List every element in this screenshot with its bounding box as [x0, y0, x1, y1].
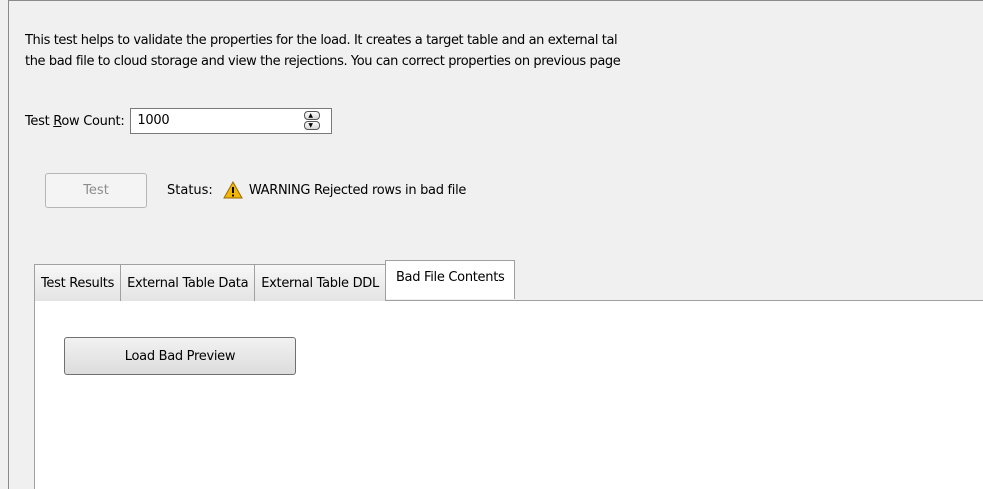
test-row-count-input[interactable]: 1000	[137, 113, 169, 128]
warning-triangle-icon	[222, 181, 243, 199]
test-row-count-group: Test Row Count: 1000 ▲ ▼	[25, 108, 333, 134]
test-row-count-label: Test Row Count:	[25, 113, 125, 129]
tab-external-table-ddl[interactable]: External Table DDL	[254, 264, 386, 301]
test-button[interactable]: Test	[45, 172, 147, 208]
test-status-row: Test Status: WARNING Rejected rows in ba…	[25, 172, 466, 208]
tab-test-results[interactable]: Test Results	[34, 264, 122, 301]
tab-panel-bad-file-contents	[34, 300, 983, 489]
test-row-count-spinner[interactable]: 1000 ▲ ▼	[130, 108, 333, 134]
spinner-buttons: ▲ ▼	[304, 111, 322, 131]
test-description: This test helps to validate the properti…	[25, 30, 983, 72]
load-bad-preview-button[interactable]: Load Bad Preview	[64, 337, 296, 375]
spinner-up-button[interactable]: ▲	[304, 111, 321, 120]
status-text: WARNING Rejected rows in bad file	[248, 182, 467, 198]
tab-external-table-data[interactable]: External Table Data	[120, 264, 256, 301]
tab-bad-file-contents[interactable]: Bad File Contents	[384, 260, 516, 299]
row-count-label-suffix: ow Count:	[61, 113, 125, 129]
result-tabs: Test Results External Table Data Externa…	[34, 260, 516, 301]
description-line-1: This test helps to validate the properti…	[25, 33, 618, 48]
chevron-up-icon: ▲	[308, 112, 314, 119]
description-line-2: the bad file to cloud storage and view t…	[25, 54, 621, 69]
spinner-down-button[interactable]: ▼	[304, 121, 321, 130]
row-count-label-prefix: Test	[25, 113, 54, 129]
chevron-down-icon: ▼	[308, 122, 314, 129]
status-label: Status:	[167, 182, 213, 198]
